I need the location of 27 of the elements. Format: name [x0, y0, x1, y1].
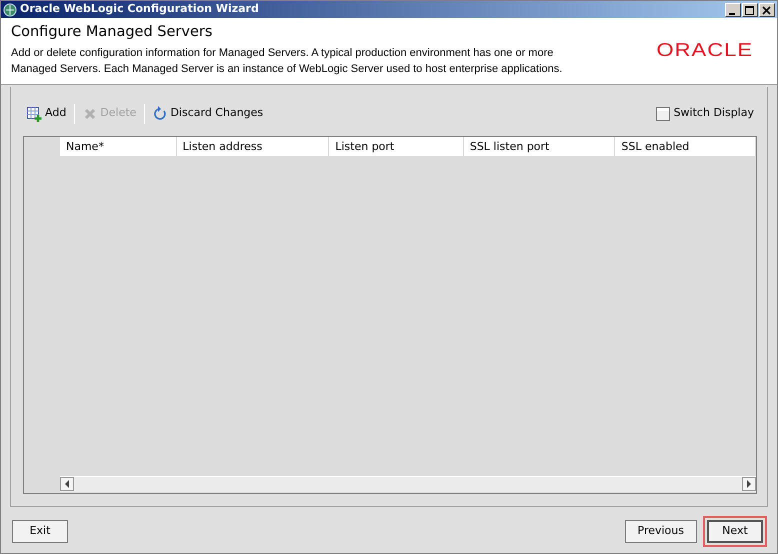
column-header[interactable]: SSL enabled: [615, 137, 756, 156]
horizontal-scrollbar[interactable]: [60, 476, 756, 492]
column-header[interactable]: Listen address: [176, 137, 330, 156]
maximize-button[interactable]: [742, 2, 758, 16]
window-title: Oracle WebLogic Configuration Wizard: [20, 1, 259, 18]
refresh-icon: [153, 106, 168, 122]
wizard-button[interactable]: Exit: [12, 520, 68, 543]
page-icon: [654, 106, 671, 122]
app-icon: [3, 2, 17, 16]
close-icon: [83, 106, 98, 120]
description-text: Add or delete configuration information for Managed Servers. A typical production environment has one or more Managed Servers. Each Managed Server is an instance of WebLogic Server used to host enterprise applications.: [11, 46, 564, 78]
wizard-button[interactable]: Previous: [624, 520, 697, 543]
column-header[interactable]: SSL listen port: [464, 137, 616, 156]
minimize-button[interactable]: [725, 2, 741, 16]
column-header[interactable]: Listen port: [329, 137, 464, 156]
scroll-left-icon[interactable]: [60, 477, 74, 491]
add-button[interactable]: Add: [23, 104, 70, 123]
add-icon: [26, 106, 42, 122]
discard-button[interactable]: Discard Changes: [150, 104, 266, 123]
switch-display-button[interactable]: Switch Display: [652, 104, 757, 123]
close-button[interactable]: [759, 2, 775, 16]
minimize-icon: [729, 13, 735, 16]
page-title: Configure Managed Servers: [11, 24, 214, 42]
oracle-logo: ORACLE: [656, 38, 753, 62]
scroll-right-icon[interactable]: [742, 477, 756, 491]
maximize-icon: [743, 5, 757, 18]
column-header[interactable]: Name*: [60, 137, 177, 156]
